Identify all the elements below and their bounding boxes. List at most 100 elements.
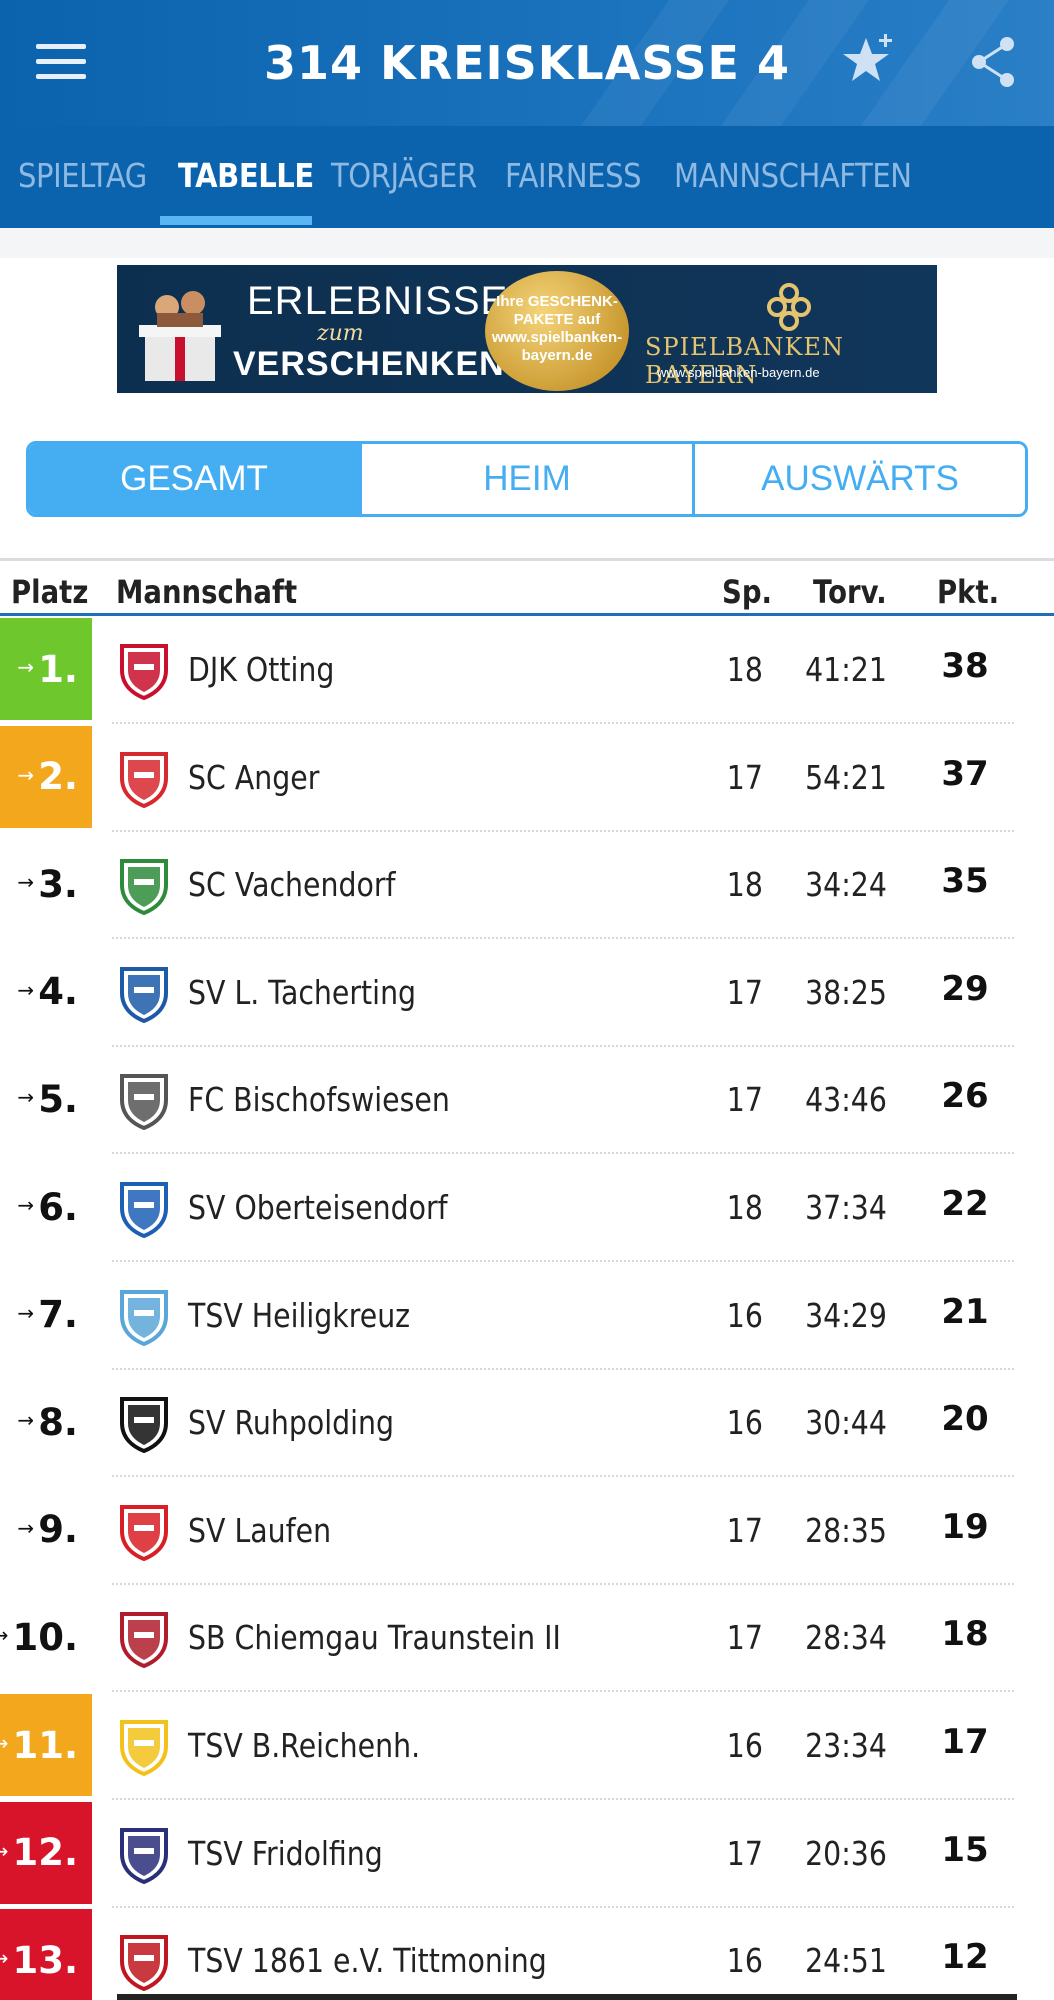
table-row[interactable]: → 12. TSV Fridolfing 17 20:36 15 <box>0 1800 1054 1908</box>
place-number: 10. <box>12 1615 78 1659</box>
team-name[interactable]: SV L. Tacherting <box>188 973 416 1012</box>
points: 15 <box>941 1829 989 1870</box>
col-punkte[interactable]: Pkt. <box>937 573 999 611</box>
table-row[interactable]: → 11. TSV B.Reichenh. 16 23:34 17 <box>0 1692 1054 1800</box>
team-name[interactable]: TSV B.Reichenh. <box>188 1726 420 1765</box>
filter-heim[interactable]: HEIM <box>359 444 692 514</box>
tab-mannschaften[interactable]: MANNSCHAFTEN <box>674 156 912 195</box>
trend-arrow-icon: → <box>17 870 35 895</box>
col-torverhaeltnis[interactable]: Torv. <box>813 573 887 611</box>
team-name[interactable]: SC Anger <box>188 758 319 797</box>
table-row[interactable]: → 3. SC Vachendorf 18 34:24 35 <box>0 831 1054 940</box>
table-row[interactable]: → 6. SV Oberteisendorf 18 37:34 22 <box>0 1154 1054 1262</box>
team-crest-icon <box>120 1935 168 1992</box>
team-name[interactable]: TSV 1861 e.V. Tittmoning <box>188 1941 547 1980</box>
place-number: 13. <box>12 1938 78 1982</box>
table-row[interactable]: → 4. SV L. Tacherting 17 38:25 29 <box>0 939 1054 1047</box>
banner-badge: Ihre GESCHENK-PAKETE auf www.spielbanken… <box>485 271 629 391</box>
col-platz[interactable]: Platz <box>11 573 88 611</box>
trend-arrow-icon: → <box>17 1085 35 1110</box>
col-mannschaft[interactable]: Mannschaft <box>116 573 297 611</box>
tab-tabelle[interactable]: TABELLE <box>178 156 314 195</box>
games-played: 16 <box>726 1295 763 1335</box>
place-cell: → 9. <box>0 1479 92 1581</box>
trend-arrow-icon: → <box>0 1946 9 1971</box>
team-crest-icon <box>120 751 168 808</box>
team-name[interactable]: SB Chiemgau Traunstein II <box>188 1618 561 1657</box>
table-row[interactable]: → 13. TSV 1861 e.V. Tittmoning 16 24:51 12 <box>0 1907 1054 2000</box>
points: 17 <box>941 1722 989 1762</box>
active-tab-indicator <box>160 216 312 225</box>
star-plus-icon[interactable] <box>840 30 900 90</box>
goal-ratio: 28:34 <box>805 1618 887 1658</box>
goal-ratio: 23:34 <box>805 1726 887 1765</box>
team-crest-icon <box>120 1827 168 1884</box>
place-number: 11. <box>12 1723 78 1767</box>
team-name[interactable]: TSV Fridolfing <box>188 1834 383 1873</box>
table-row[interactable]: → 10. SB Chiemgau Traunstein II 17 28:34 18 <box>0 1584 1054 1693</box>
games-played: 17 <box>726 1618 763 1658</box>
trend-arrow-icon: → <box>17 1193 35 1217</box>
team-crest-icon <box>120 1612 168 1669</box>
trend-arrow-icon: → <box>17 655 35 679</box>
sub-strip <box>0 228 1054 258</box>
ad-banner[interactable]: ERLEBNISSE zum VERSCHENKEN Ihre GESCHENK… <box>117 265 937 393</box>
table-row[interactable]: → 7. TSV Heiligkreuz 16 34:29 21 <box>0 1262 1054 1370</box>
goal-ratio: 24:51 <box>805 1941 887 1981</box>
games-played: 18 <box>726 650 763 689</box>
games-played: 17 <box>726 1080 763 1120</box>
goal-ratio: 34:24 <box>805 865 887 905</box>
points: 29 <box>941 968 989 1009</box>
place-cell: → 11. <box>0 1694 92 1796</box>
team-name[interactable]: FC Bischofswiesen <box>188 1080 450 1119</box>
place-cell: → 4. <box>0 941 92 1043</box>
tab-fairness[interactable]: FAIRNESS <box>505 156 642 195</box>
place-cell: → 5. <box>0 1048 92 1150</box>
goal-ratio: 20:36 <box>805 1833 887 1873</box>
table-row[interactable]: → 9. SV Laufen 17 28:35 19 <box>0 1477 1054 1585</box>
table-row[interactable]: → 8. SV Ruhpolding 16 30:44 20 <box>0 1369 1054 1478</box>
scroll-edge <box>117 1994 1017 2000</box>
place-number: 1. <box>38 647 78 691</box>
place-number: 12. <box>12 1831 78 1875</box>
filter-gesamt[interactable]: GESAMT <box>29 444 359 514</box>
team-crest-icon <box>120 1720 168 1776</box>
tab-spieltag[interactable]: SPIELTAG <box>18 156 147 195</box>
table-row[interactable]: → 1. DJK Otting 18 41:21 38 <box>0 616 1054 724</box>
games-played: 17 <box>726 757 763 797</box>
place-cell: → 12. <box>0 1801 92 1904</box>
points: 38 <box>941 646 989 686</box>
team-name[interactable]: SV Laufen <box>188 1511 331 1550</box>
table-filter: GESAMT HEIM AUSWÄRTS <box>26 441 1028 517</box>
goal-ratio: 38:25 <box>805 972 887 1012</box>
team-name[interactable]: TSV Heiligkreuz <box>188 1296 410 1335</box>
trend-arrow-icon: → <box>17 977 35 1002</box>
games-played: 17 <box>726 1833 763 1873</box>
tab-torjaeger[interactable]: TORJÄGER <box>331 156 477 195</box>
goal-ratio: 41:21 <box>805 650 887 689</box>
team-name[interactable]: SV Oberteisendorf <box>188 1188 448 1227</box>
place-number: 8. <box>38 1400 78 1444</box>
games-played: 18 <box>726 1188 763 1227</box>
team-crest-icon <box>120 966 168 1023</box>
trend-arrow-icon: → <box>0 1838 9 1863</box>
table-row[interactable]: → 5. FC Bischofswiesen 17 43:46 26 <box>0 1046 1054 1155</box>
trend-arrow-icon: → <box>17 762 35 787</box>
place-cell: → 6. <box>0 1156 92 1258</box>
team-name[interactable]: SC Vachendorf <box>188 865 396 904</box>
trend-arrow-icon: → <box>0 1731 9 1755</box>
goal-ratio: 54:21 <box>805 757 887 797</box>
col-spiele[interactable]: Sp. <box>722 573 772 611</box>
points: 21 <box>941 1291 989 1332</box>
team-crest-icon <box>120 644 168 700</box>
points: 20 <box>941 1399 989 1440</box>
games-played: 16 <box>726 1403 763 1443</box>
filter-auswaerts[interactable]: AUSWÄRTS <box>692 444 1025 514</box>
place-cell: → 3. <box>0 833 92 935</box>
place-cell: → 8. <box>0 1371 92 1473</box>
table-row[interactable]: → 2. SC Anger 17 54:21 37 <box>0 724 1054 832</box>
goal-ratio: 43:46 <box>805 1080 887 1120</box>
team-name[interactable]: DJK Otting <box>188 650 334 689</box>
team-name[interactable]: SV Ruhpolding <box>188 1403 394 1442</box>
share-icon[interactable] <box>968 34 1018 90</box>
